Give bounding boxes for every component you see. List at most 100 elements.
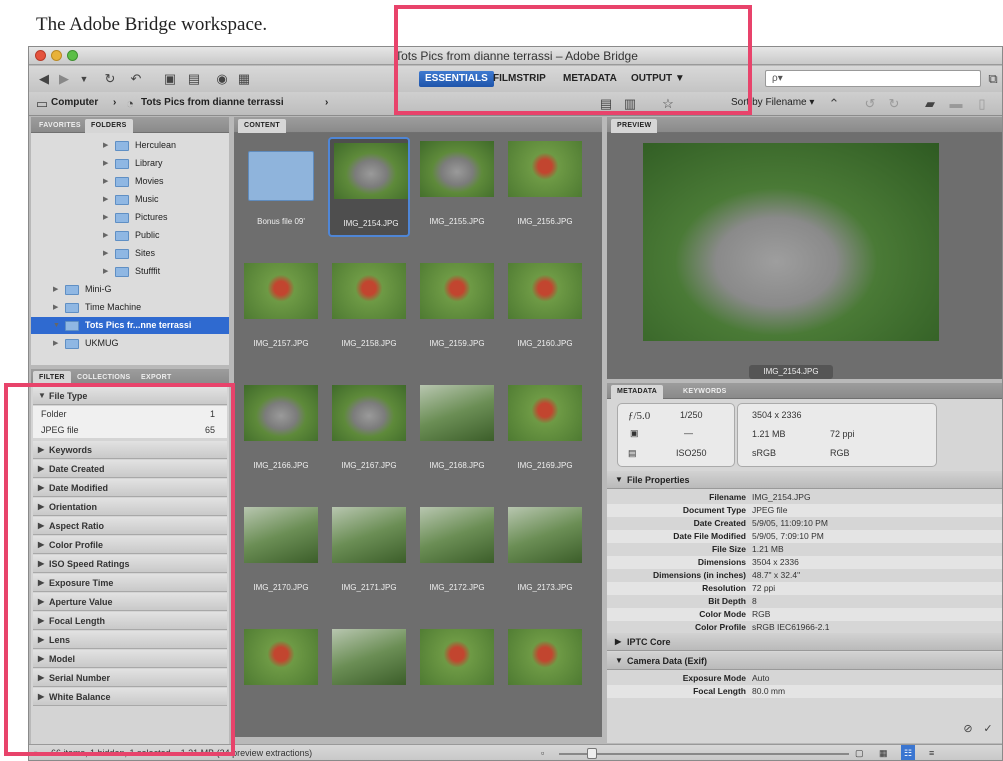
thumbnail-item[interactable]: IMG_2157.JPG: [240, 259, 322, 359]
metadata-key: Resolution: [702, 583, 746, 593]
folder-tree-item[interactable]: ▶ Movies: [31, 173, 229, 190]
folder-tree-item[interactable]: ▶ Public: [31, 227, 229, 244]
tab-content[interactable]: CONTENT: [238, 119, 286, 133]
cancel-metadata-icon[interactable]: ⊘: [959, 721, 977, 737]
tab-favorites[interactable]: FAVORITES: [33, 119, 87, 133]
camera-data-header[interactable]: ▼ Camera Data (Exif): [607, 652, 1002, 670]
disclosure-icon[interactable]: ▶: [103, 263, 108, 280]
disclosure-icon[interactable]: ▶: [103, 137, 108, 154]
thumbnail-item[interactable]: IMG_2168.JPG: [416, 381, 498, 481]
metadata-value[interactable]: 80.0 mm: [752, 685, 785, 698]
metadata-value[interactable]: 48.7" x 32.4": [752, 569, 800, 582]
tab-folders[interactable]: FOLDERS: [85, 119, 133, 133]
preview-image[interactable]: [643, 143, 939, 341]
metadata-value[interactable]: 8: [752, 595, 757, 608]
metadata-value[interactable]: 1.21 MB: [752, 543, 784, 556]
reveal-recent-icon[interactable]: ↻: [101, 71, 119, 87]
thumbnail-item[interactable]: IMG_2159.JPG: [416, 259, 498, 359]
folder-tree-item[interactable]: ▶ Sites: [31, 245, 229, 262]
disclosure-icon[interactable]: ▶: [53, 299, 58, 316]
disclosure-icon[interactable]: ▶: [103, 209, 108, 226]
refine-icon[interactable]: ▤: [185, 71, 203, 87]
breadcrumb-current-folder[interactable]: Tots Pics from dianne terrassi: [141, 97, 284, 108]
metadata-value[interactable]: 5/9/05, 7:09:10 PM: [752, 530, 824, 543]
thumbnail-item[interactable]: Bonus file 09': [240, 137, 322, 237]
compact-mode-icon[interactable]: ⧉: [984, 71, 1002, 87]
photo-thumbnail: [508, 507, 582, 563]
folder-tree-item[interactable]: ▶ UKMUG: [31, 335, 229, 352]
thumbnail-item[interactable]: [240, 625, 322, 725]
disclosure-icon[interactable]: ▼: [53, 317, 60, 334]
metadata-value[interactable]: JPEG file: [752, 504, 787, 517]
metadata-value[interactable]: 72 ppi: [752, 582, 775, 595]
view-list-icon[interactable]: ≡: [929, 745, 934, 760]
folder-tree-item[interactable]: ▼ Tots Pics fr...nne terrassi: [31, 317, 229, 334]
metadata-key: Exposure Mode: [682, 673, 746, 683]
search-input[interactable]: ρ▾: [765, 70, 981, 87]
metadata-key: Color Mode: [699, 609, 746, 619]
metadata-value[interactable]: 5/9/05, 11:09:10 PM: [752, 517, 828, 530]
thumbnail-item[interactable]: IMG_2170.JPG: [240, 503, 322, 603]
tab-keywords[interactable]: KEYWORDS: [677, 385, 733, 399]
disclosure-icon[interactable]: ▶: [103, 173, 108, 190]
back-arrow-icon[interactable]: ◀: [35, 71, 53, 87]
thumbnail-item[interactable]: IMG_2154.JPG: [328, 137, 410, 237]
folder-tree-item[interactable]: ▶ Pictures: [31, 209, 229, 226]
disclosure-icon[interactable]: ▶: [103, 245, 108, 262]
thumbnail-size-slider[interactable]: [559, 753, 849, 755]
tab-metadata[interactable]: METADATA: [611, 385, 664, 399]
disclosure-icon[interactable]: ▶: [53, 281, 58, 298]
return-to-photoshop-icon[interactable]: ↶: [127, 71, 145, 87]
disclosure-icon[interactable]: ▶: [53, 335, 58, 352]
iptc-core-header[interactable]: ▶ IPTC Core: [607, 633, 1002, 651]
thumbnail-item[interactable]: IMG_2171.JPG: [328, 503, 410, 603]
disclosure-icon[interactable]: ▶: [103, 227, 108, 244]
thumbnail-item[interactable]: IMG_2160.JPG: [504, 259, 586, 359]
metadata-key: Date Created: [693, 518, 746, 528]
folder-tree-item[interactable]: ▶ Herculean: [31, 137, 229, 154]
disclosure-icon[interactable]: ▶: [103, 191, 108, 208]
tab-preview[interactable]: PREVIEW: [611, 119, 658, 133]
thumbnail-item[interactable]: [504, 625, 586, 725]
folder-tree-item[interactable]: ▶ Mini-G: [31, 281, 229, 298]
thumbnail-item[interactable]: [416, 625, 498, 725]
trash-icon[interactable]: ▯: [973, 96, 991, 112]
apply-metadata-icon[interactable]: ✓: [979, 721, 997, 737]
thumbnail-item[interactable]: IMG_2155.JPG: [416, 137, 498, 237]
view-thumbnails-icon[interactable]: ▦: [879, 745, 888, 760]
sort-direction-icon[interactable]: ⌃: [825, 96, 843, 112]
thumbnail-item[interactable]: IMG_2158.JPG: [328, 259, 410, 359]
rotate-left-icon[interactable]: ↺: [861, 96, 879, 112]
output-icon[interactable]: ▦: [235, 71, 253, 87]
metadata-value[interactable]: RGB: [752, 608, 770, 621]
metadata-value[interactable]: 3504 x 2336: [752, 556, 799, 569]
new-folder-icon[interactable]: ▰: [921, 96, 939, 112]
folder-tree-label: Mini-G: [85, 284, 112, 294]
thumbnail-item[interactable]: IMG_2156.JPG: [504, 137, 586, 237]
thumbnail-item[interactable]: IMG_2166.JPG: [240, 381, 322, 481]
thumbnail-filename: IMG_2167.JPG: [341, 461, 397, 470]
metadata-value[interactable]: Auto: [752, 672, 770, 685]
thumbnail-item[interactable]: [328, 625, 410, 725]
disclosure-icon[interactable]: ▶: [103, 155, 108, 172]
rotate-right-icon[interactable]: ↻: [885, 96, 903, 112]
folder-tree-item[interactable]: ▶ Music: [31, 191, 229, 208]
recent-dropdown-icon[interactable]: ▼: [75, 71, 93, 87]
folder-tree-item[interactable]: ▶ Library: [31, 155, 229, 172]
view-details-icon[interactable]: ☷: [901, 745, 916, 760]
thumbnail-item[interactable]: IMG_2172.JPG: [416, 503, 498, 603]
folder-tree-item[interactable]: ▶ Time Machine: [31, 299, 229, 316]
get-photos-icon[interactable]: ▣: [161, 71, 179, 87]
breadcrumb-computer[interactable]: Computer: [51, 97, 98, 108]
open-in-camera-raw-icon[interactable]: ◉: [213, 71, 231, 87]
thumbnail-item[interactable]: IMG_2169.JPG: [504, 381, 586, 481]
thumbnail-item[interactable]: IMG_2173.JPG: [504, 503, 586, 603]
file-summary-box: 3504 x 2336 1.21 MB 72 ppi sRGB RGB: [737, 403, 937, 467]
file-properties-header[interactable]: ▼ File Properties: [607, 471, 1002, 489]
thumbnail-item[interactable]: IMG_2167.JPG: [328, 381, 410, 481]
metadata-value[interactable]: IMG_2154.JPG: [752, 491, 811, 504]
thumbnail-size-slider-thumb[interactable]: [587, 748, 597, 759]
folder-tree-item[interactable]: ▶ Stufffit: [31, 263, 229, 280]
forward-arrow-icon[interactable]: ▶: [55, 71, 73, 87]
delete-icon[interactable]: ▬: [947, 96, 965, 112]
